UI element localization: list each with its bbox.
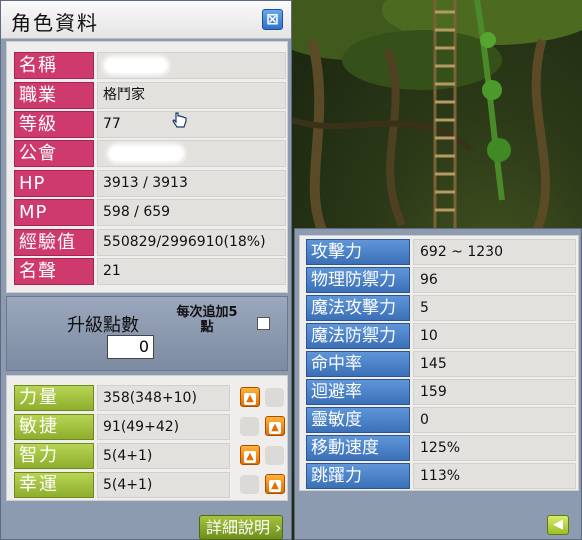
mp-value: 598 / 659 <box>97 199 286 226</box>
int-up-button[interactable]: ▲ <box>240 445 260 465</box>
window-title: 角色資料 <box>11 11 99 35</box>
phys-def-label: 物理防禦力 <box>306 267 410 293</box>
ability-points-label: 升級點數 <box>67 315 139 336</box>
luk-label: 幸運 <box>14 472 94 498</box>
jump-value: 113% <box>413 463 576 489</box>
arrow-up-icon: ▲ <box>244 451 256 463</box>
basic-info-panel: 名稱 職業 格鬥家 等級 77 公會 HP 3913 / 3913 MP 598… <box>6 41 288 293</box>
arrow-up-icon: ▲ <box>269 480 281 492</box>
info-row-fame: 名聲 21 <box>14 258 286 285</box>
str-up-button[interactable]: ▲ <box>240 387 260 407</box>
ability-points-panel: 升級點數 0 每次追加5 點 <box>6 296 288 371</box>
auto-assign-label: 每次追加5 點 <box>167 305 247 335</box>
stat-row-dex: 敏捷 91(49+42) ▲ <box>14 414 286 440</box>
info-row-job: 職業 格鬥家 <box>14 82 286 109</box>
dex-label: 敏捷 <box>14 414 94 440</box>
empty-slot <box>240 417 259 436</box>
detail-row-phys-def: 物理防禦力 96 <box>306 267 576 293</box>
detail-row-speed: 移動速度 125% <box>306 435 576 461</box>
job-label: 職業 <box>14 82 94 109</box>
close-icon[interactable]: ⊠ <box>262 9 283 30</box>
info-row-exp: 經驗值 550829/2996910(18%) <box>14 229 286 256</box>
guild-label: 公會 <box>14 140 94 167</box>
arrow-up-icon: ▲ <box>244 393 256 405</box>
attack-label: 攻擊力 <box>306 239 410 265</box>
hp-value: 3913 / 3913 <box>97 170 286 197</box>
fame-value: 21 <box>97 258 286 285</box>
hp-label: HP <box>14 170 94 197</box>
avoid-value: 159 <box>413 379 576 405</box>
phys-def-value: 96 <box>413 267 576 293</box>
info-row-guild: 公會 <box>14 140 286 167</box>
luk-up-button[interactable]: ▲ <box>265 474 285 494</box>
speed-label: 移動速度 <box>306 435 410 461</box>
level-label: 等級 <box>14 111 94 138</box>
accuracy-value: 145 <box>413 351 576 377</box>
hands-value: 0 <box>413 407 576 433</box>
dex-value: 91(49+42) <box>97 414 230 440</box>
detail-stats-panel: 攻擊力 692 ~ 1230 物理防禦力 96 魔法攻擊力 5 魔法防禦力 10… <box>299 235 579 491</box>
magic-atk-value: 5 <box>413 295 576 321</box>
int-value: 5(4+1) <box>97 443 230 469</box>
detail-row-hands: 靈敏度 0 <box>306 407 576 433</box>
magic-def-value: 10 <box>413 323 576 349</box>
exp-label: 經驗值 <box>14 229 94 256</box>
empty-slot <box>265 446 284 465</box>
mp-label: MP <box>14 199 94 226</box>
chevron-right-icon: › <box>270 518 282 537</box>
fame-label: 名聲 <box>14 258 94 285</box>
detail-button[interactable]: 詳細說明 › <box>199 515 283 540</box>
detail-row-accuracy: 命中率 145 <box>306 351 576 377</box>
stat-row-luk: 幸運 5(4+1) ▲ <box>14 472 286 498</box>
detail-row-attack: 攻擊力 692 ~ 1230 <box>306 239 576 265</box>
info-row-hp: HP 3913 / 3913 <box>14 170 286 197</box>
stat-row-str: 力量 358(348+10) ▲ <box>14 385 286 411</box>
magic-def-label: 魔法防禦力 <box>306 323 410 349</box>
auto-assign-label-line1: 每次追加5 <box>176 305 238 320</box>
hand-cursor-icon <box>172 112 187 128</box>
name-label: 名稱 <box>14 52 94 79</box>
redaction-blur <box>110 147 182 160</box>
attack-value: 692 ~ 1230 <box>413 239 576 265</box>
detail-row-jump: 跳躍力 113% <box>306 463 576 489</box>
redaction-blur <box>106 59 166 72</box>
title-bar[interactable]: 角色資料 ⊠ <box>1 1 291 39</box>
hands-label: 靈敏度 <box>306 407 410 433</box>
auto-assign-checkbox[interactable] <box>257 317 270 330</box>
exp-value: 550829/2996910(18%) <box>97 229 286 256</box>
magic-atk-label: 魔法攻擊力 <box>306 295 410 321</box>
avoid-label: 迴避率 <box>306 379 410 405</box>
info-row-name: 名稱 <box>14 52 286 79</box>
detail-row-avoid: 迴避率 159 <box>306 379 576 405</box>
character-info-window: 角色資料 ⊠ 名稱 職業 格鬥家 等級 77 公會 HP 3913 / 3913… <box>0 0 292 540</box>
empty-slot <box>240 475 259 494</box>
detail-stats-window: 攻擊力 692 ~ 1230 物理防禦力 96 魔法攻擊力 5 魔法防禦力 10… <box>294 228 582 540</box>
info-row-level: 等級 77 <box>14 111 286 138</box>
arrow-left-icon[interactable]: ◀ <box>547 515 569 535</box>
empty-slot <box>265 388 284 407</box>
detail-row-magic-atk: 魔法攻擊力 5 <box>306 295 576 321</box>
jump-label: 跳躍力 <box>306 463 410 489</box>
auto-assign-label-line2: 點 <box>200 320 214 335</box>
detail-row-magic-def: 魔法防禦力 10 <box>306 323 576 349</box>
int-label: 智力 <box>14 443 94 469</box>
str-value: 358(348+10) <box>97 385 230 411</box>
level-value: 77 <box>97 111 286 138</box>
accuracy-label: 命中率 <box>306 351 410 377</box>
arrow-up-icon: ▲ <box>269 422 281 434</box>
info-row-mp: MP 598 / 659 <box>14 199 286 226</box>
ability-points-value: 0 <box>107 335 154 359</box>
job-value: 格鬥家 <box>97 82 286 109</box>
dex-up-button[interactable]: ▲ <box>265 416 285 436</box>
stat-row-int: 智力 5(4+1) ▲ <box>14 443 286 469</box>
stats-panel: 力量 358(348+10) ▲ 敏捷 91(49+42) ▲ 智力 5(4+1… <box>6 375 288 501</box>
detail-button-label: 詳細說明 <box>206 518 271 537</box>
str-label: 力量 <box>14 385 94 411</box>
luk-value: 5(4+1) <box>97 472 230 498</box>
speed-value: 125% <box>413 435 576 461</box>
